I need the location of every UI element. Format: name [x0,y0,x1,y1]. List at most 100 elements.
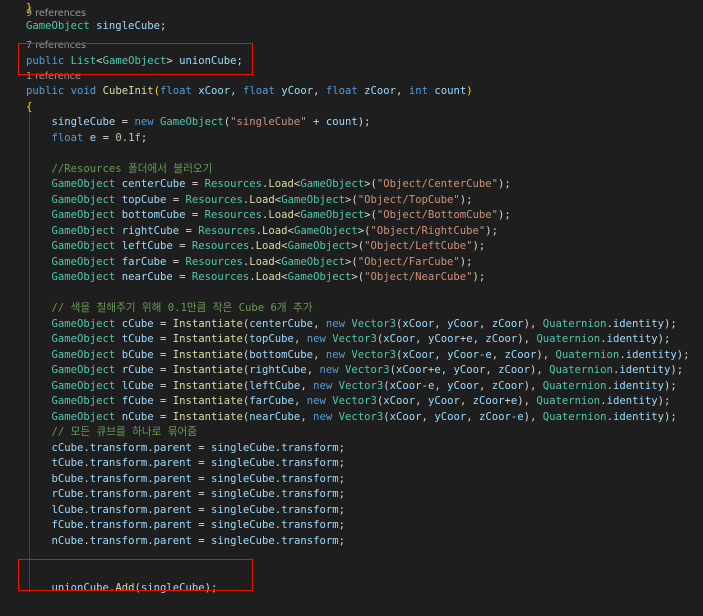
code-token: nearCube [121,271,173,283]
line-comment-color[interactable]: // 색을 칠해주기 위해 0.1만큼 작은 Cube 6개 추가 [26,300,313,316]
code-token: , [415,333,428,345]
code-token: float [325,85,358,97]
code-line[interactable]: GameObject nCube = Instantiate(nearCube,… [26,409,677,425]
code-line[interactable]: singleCube = new GameObject("singleCube"… [26,114,371,130]
code-line[interactable]: GameObject nearCube = Resources.Load<Gam… [26,269,486,285]
code-token: , [293,333,307,345]
code-editor[interactable]: 9 references 7 references 1 reference Ga… [0,0,703,616]
code-line[interactable]: GameObject cCube = Instantiate(centerCub… [26,316,677,332]
code-token: ; [159,20,167,32]
code-token: yCoor [427,333,460,345]
code-token: transform [281,488,339,500]
code-line[interactable]: float e = 0.1f; [26,130,148,146]
line-comment-resources[interactable]: //Resources 폴더에서 불러오기 [26,161,213,177]
code-token: centerCube [249,318,314,330]
line-cube-init-signature[interactable]: public void CubeInit(float xCoor, float … [26,83,473,99]
code-token: fCube [51,519,84,531]
code-token: new [325,318,345,330]
line-comment-group[interactable]: // 모든 큐브를 하나로 묶어줌 [26,424,197,440]
code-token: , [300,380,314,392]
code-token: transform [281,457,339,469]
code-token: transform [89,535,148,547]
code-token: transform [89,488,148,500]
code-token: ); [472,271,486,283]
code-token: nCube [121,411,154,423]
code-token: identity [612,318,664,330]
code-line[interactable]: GameObject topCube = Resources.Load<Game… [26,192,473,208]
code-token: Resources [185,194,243,206]
code-token: GameObject [300,178,365,190]
code-token: Vector3 [351,318,397,330]
code-token: ); [657,333,671,345]
code-line[interactable]: fCube.transform.parent = singleCube.tran… [26,517,345,533]
code-line[interactable]: GameObject leftCube = Resources.Load<Gam… [26,238,486,254]
code-token: = [191,504,212,516]
code-token: } [26,2,33,14]
line-open-brace[interactable]: { [26,99,32,115]
code-line[interactable]: GameObject fCube = Instantiate(farCube, … [26,393,671,409]
code-token: float [160,85,192,97]
code-token: Quaternion [542,380,607,392]
code-token: = [166,194,186,206]
code-token: GameObject [287,271,352,283]
code-line[interactable]: GameObject rightCube = Resources.Load<Ga… [26,223,499,239]
code-token: GameObject [51,380,116,392]
code-token: identity [606,395,658,407]
code-line[interactable]: GameObject rCube = Instantiate(rightCube… [26,362,684,378]
code-token: singleCube [51,116,116,128]
code-token: ); [663,380,677,392]
code-token: // 모든 큐브를 하나로 묶어줌 [51,426,197,438]
code-token: >( [344,256,358,268]
code-token: ), [523,380,543,392]
code-line[interactable]: rCube.transform.parent = singleCube.tran… [26,486,345,502]
code-line[interactable]: } [26,0,32,16]
code-line[interactable]: bCube.transform.parent = singleCube.tran… [26,471,345,487]
code-token: >( [357,225,371,237]
code-token: rightCube [249,364,307,376]
code-token: , [293,395,307,407]
code-token: identity [619,364,671,376]
code-token: rCube [121,364,154,376]
code-token: parent [153,488,192,500]
code-line[interactable]: GameObject bCube = Instantiate(bottomCub… [26,347,690,363]
code-token: ); [459,256,473,268]
code-token: GameObject [51,333,116,345]
code-line[interactable]: GameObject centerCube = Resources.Load<G… [26,176,511,192]
code-line[interactable]: GameObject tCube = Instantiate(topCube, … [26,331,671,347]
code-token: topCube [121,194,167,206]
line-single-cube-decl[interactable]: GameObject singleCube; [26,18,166,34]
code-token: ); [498,178,511,190]
code-token: Load [268,178,294,190]
code-token: float [51,132,84,144]
code-token: Resources [204,209,263,221]
code-token: GameObject [51,364,116,376]
code-line[interactable]: GameObject farCube = Resources.Load<Game… [26,254,473,270]
code-token: bottomCube [121,209,186,221]
code-token: bCube [121,349,154,361]
code-token: , [415,395,428,407]
code-line[interactable]: cCube.transform.parent = singleCube.tran… [26,440,345,456]
code-token: cCube [121,318,154,330]
code-token: Vector3 [332,395,377,407]
code-token: ; [338,504,345,516]
highlight-box-union-cube-add [18,559,253,591]
code-line[interactable]: GameObject bottomCube = Resources.Load<G… [26,207,511,223]
code-line[interactable]: nCube.transform.parent = singleCube.tran… [26,533,345,549]
code-line[interactable]: GameObject lCube = Instantiate(leftCube,… [26,378,677,394]
code-token: { [26,101,33,113]
code-token: ; [338,519,345,531]
code-line[interactable]: lCube.transform.parent = singleCube.tran… [26,502,345,518]
code-token: yCoor [447,380,479,392]
code-token: GameObject [51,194,116,206]
code-token: GameObject [51,209,116,221]
code-line[interactable]: tCube.transform.parent = singleCube.tran… [26,455,345,471]
code-token: //Resources 폴더에서 불러오기 [51,163,213,175]
code-token: transform [281,504,339,516]
